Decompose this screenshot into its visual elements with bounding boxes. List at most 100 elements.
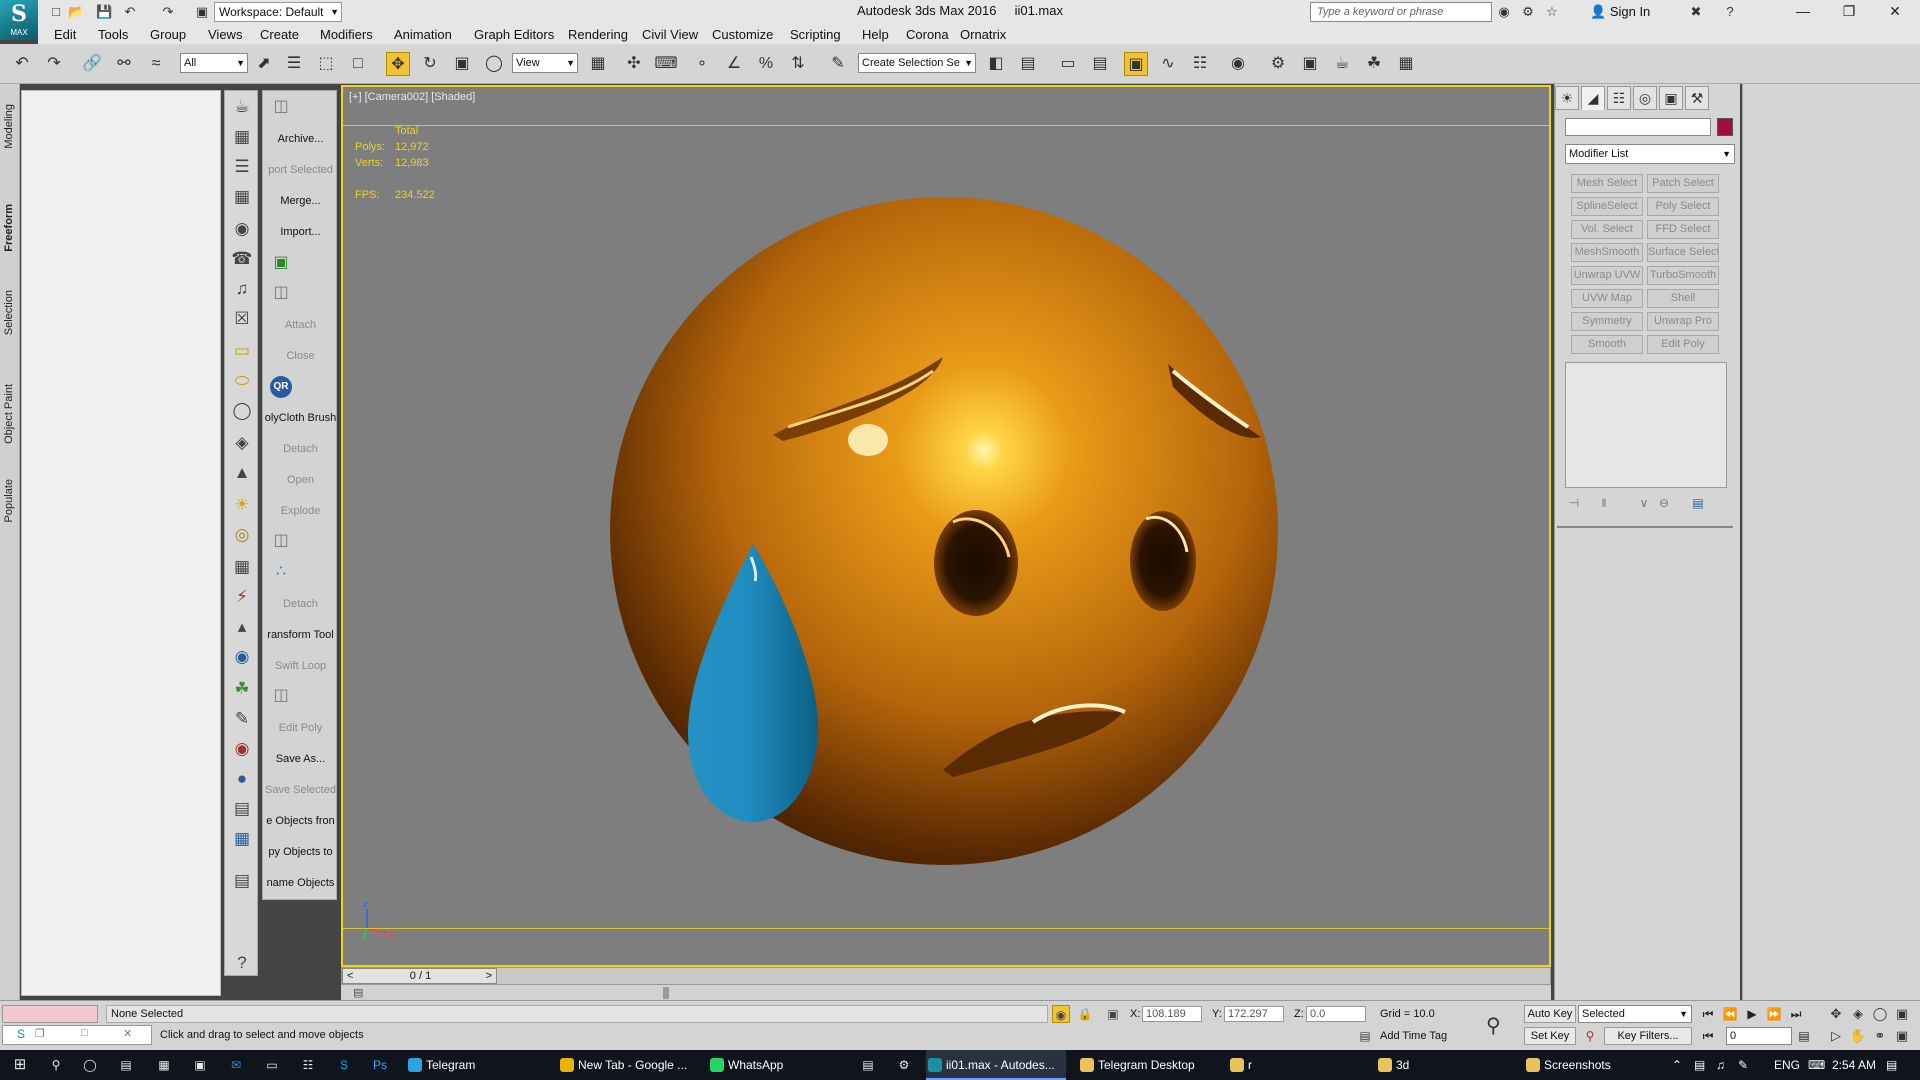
open-file-icon[interactable]: 📂 (68, 4, 84, 20)
maxscript-mini-listener[interactable]: S ❐ □ ✕ (2, 1025, 152, 1045)
taskbar-app-folder-3d[interactable]: 3d (1376, 1050, 1516, 1080)
menu-tools[interactable]: Tools (98, 27, 128, 42)
disc-icon[interactable]: ⬭ (230, 369, 254, 393)
key-filters-button[interactable]: Key Filters... (1604, 1027, 1692, 1045)
edit-named-selection-icon[interactable]: ✎ (826, 52, 850, 76)
merge-button[interactable]: Merge... (263, 189, 336, 213)
menu-corona[interactable]: Corona (906, 27, 949, 42)
import-button[interactable]: Import... (263, 220, 336, 244)
auto-key-button[interactable]: Auto Key (1524, 1005, 1576, 1023)
restore-button[interactable]: ❐ (1826, 0, 1872, 24)
plane-grid-icon[interactable]: ▦ (230, 555, 254, 579)
ribbon-tab-modeling[interactable]: Modeling (3, 104, 15, 149)
mirror-icon[interactable]: ◧ (984, 52, 1008, 76)
brush-icon[interactable]: ✎ (230, 707, 254, 731)
taskbar-app-chrome[interactable]: New Tab - Google ... (558, 1050, 688, 1080)
motion-tab-icon[interactable]: ◎ (1633, 86, 1657, 110)
pen-icon[interactable]: ✎ (1738, 1050, 1748, 1080)
store-icon[interactable]: ▣ (190, 1050, 210, 1080)
subscription-icon[interactable]: ⚙ (1520, 4, 1536, 20)
undo-icon[interactable]: ↶ (122, 4, 138, 20)
torus-icon[interactable]: ◎ (230, 523, 254, 547)
open-button[interactable]: Open (263, 468, 336, 492)
go-to-start-icon[interactable]: ⏮ (1698, 1005, 1718, 1023)
make-unique-icon[interactable]: ∨ (1635, 494, 1653, 512)
redo-icon[interactable]: ↷ (42, 52, 66, 76)
modifier-mesh-select-button[interactable]: Mesh Select (1571, 174, 1643, 193)
select-and-rotate-icon[interactable]: ↻ (418, 52, 442, 76)
save-selected-button[interactable]: Save Selected (263, 778, 336, 802)
rename-objects-button[interactable]: name Objects (263, 871, 336, 895)
display-tab-icon[interactable]: ▣ (1659, 86, 1683, 110)
keyboard-shortcut-override-icon[interactable]: ⌨ (654, 52, 678, 76)
utilities-tab-icon[interactable]: ⚒ (1685, 86, 1709, 110)
curve-editor-icon[interactable]: ∿ (1156, 52, 1180, 76)
orbit-icon[interactable]: ⚭ (1870, 1027, 1890, 1045)
undo-icon[interactable]: ↶ (10, 52, 34, 76)
field-of-view-icon[interactable]: ▷ (1826, 1027, 1846, 1045)
taskbar-app-3dsmax[interactable]: ii01.max - Autodes... (926, 1050, 1066, 1080)
absolute-mode-icon[interactable]: ▣ (1104, 1005, 1122, 1023)
render-iterative-icon[interactable]: ☘ (1362, 52, 1386, 76)
globe-icon[interactable]: ◉ (230, 645, 254, 669)
zoom-icon[interactable]: ✥ (1826, 1005, 1846, 1023)
y-coordinate-input[interactable]: 172.297 (1224, 1006, 1284, 1022)
render-online-icon[interactable]: ▦ (1394, 52, 1418, 76)
angle-snap-icon[interactable]: ∠ (722, 52, 746, 76)
select-and-scale-icon[interactable]: ▣ (450, 52, 474, 76)
next-frame-icon[interactable]: ⏩ (1764, 1005, 1784, 1023)
window-crossing-icon[interactable]: □ (346, 52, 370, 76)
sign-in-button[interactable]: 👤 Sign In (1590, 0, 1650, 24)
render-setup-icon[interactable]: ⚙ (1266, 52, 1290, 76)
time-slider-next[interactable]: > (486, 969, 492, 983)
ribbon-tab-object-paint[interactable]: Object Paint (3, 384, 15, 444)
render-icon[interactable]: ◉ (230, 217, 254, 241)
previous-frame-icon[interactable]: ⏪ (1720, 1005, 1740, 1023)
selection-filter-dropdown[interactable]: All ▼ (180, 53, 248, 73)
display-icon[interactable]: ▭ (262, 1050, 282, 1080)
select-and-move-icon[interactable]: ✥ (386, 52, 410, 76)
zoom-extents-all-icon[interactable]: ▣ (1892, 1005, 1912, 1023)
rename-objects-icon[interactable]: ▦ (230, 827, 254, 851)
merge-objects-button[interactable]: e Objects fron (263, 809, 336, 833)
time-tag-icon[interactable]: ▤ (1356, 1027, 1374, 1045)
project-folder-icon[interactable]: ▣ (194, 4, 210, 20)
calculator-icon[interactable]: ▦ (154, 1050, 174, 1080)
camera-viewport[interactable]: z x [+] [Camera002] [Shaded] Total Polys… (341, 85, 1551, 967)
key-mode-dropdown[interactable]: Selected ▼ (1578, 1005, 1692, 1023)
taskbar-app-folder-r[interactable]: r (1228, 1050, 1368, 1080)
list-icon[interactable]: ☰ (230, 155, 254, 179)
task-view-icon[interactable]: ▤ (114, 1050, 138, 1080)
paint-icon[interactable]: ◉ (230, 737, 254, 761)
language-indicator[interactable]: ENG (1774, 1050, 1800, 1080)
modifier-stack-list[interactable] (1565, 362, 1727, 488)
copy-icon[interactable]: ❐ (35, 1027, 45, 1040)
plane-icon[interactable]: ▭ (230, 339, 254, 363)
archive-button[interactable]: Archive... (263, 127, 336, 151)
utility-icon[interactable]: ▤ (230, 869, 254, 893)
modifier-symmetry-button[interactable]: Symmetry (1571, 312, 1643, 331)
bind-space-warp-icon[interactable]: ≈ (144, 52, 168, 76)
help-search-input[interactable]: Type a keyword or phrase (1310, 2, 1492, 22)
cone-icon[interactable]: ▲ (230, 461, 254, 485)
taskbar-app-telegram[interactable]: Telegram (406, 1050, 538, 1080)
track-bar[interactable]: ▤ (341, 985, 1551, 1001)
new-file-icon[interactable]: □ (48, 4, 64, 20)
select-by-name-icon[interactable]: ☰ (282, 52, 306, 76)
close-button[interactable]: ✕ (1872, 0, 1918, 24)
track-bar-key[interactable] (663, 987, 669, 999)
bone-icon[interactable]: ⚡ (230, 585, 254, 609)
toggle-layer-explorer-icon[interactable]: ▤ (1088, 52, 1112, 76)
sound-icon[interactable]: ♫ (230, 277, 254, 301)
remove-modifier-icon[interactable]: ⊖ (1655, 494, 1673, 512)
modifier-unwrap-pro-button[interactable]: Unwrap Pro (1647, 312, 1719, 331)
taskbar-app-screenshots[interactable]: Screenshots (1524, 1050, 1664, 1080)
binoculars-icon[interactable]: ◉ (1496, 4, 1512, 20)
image-viewer-icon[interactable]: ▤ (858, 1050, 878, 1080)
table-icon[interactable]: ▦ (230, 185, 254, 209)
time-slider[interactable]: < 0 / 1 > (341, 967, 1551, 985)
rendered-frame-window-icon[interactable]: ▣ (1298, 52, 1322, 76)
ribbon-tab-freeform[interactable]: Freeform (3, 204, 15, 252)
ribbon-tab-selection[interactable]: Selection (3, 290, 15, 335)
video-icon[interactable]: ☒ (230, 307, 254, 331)
